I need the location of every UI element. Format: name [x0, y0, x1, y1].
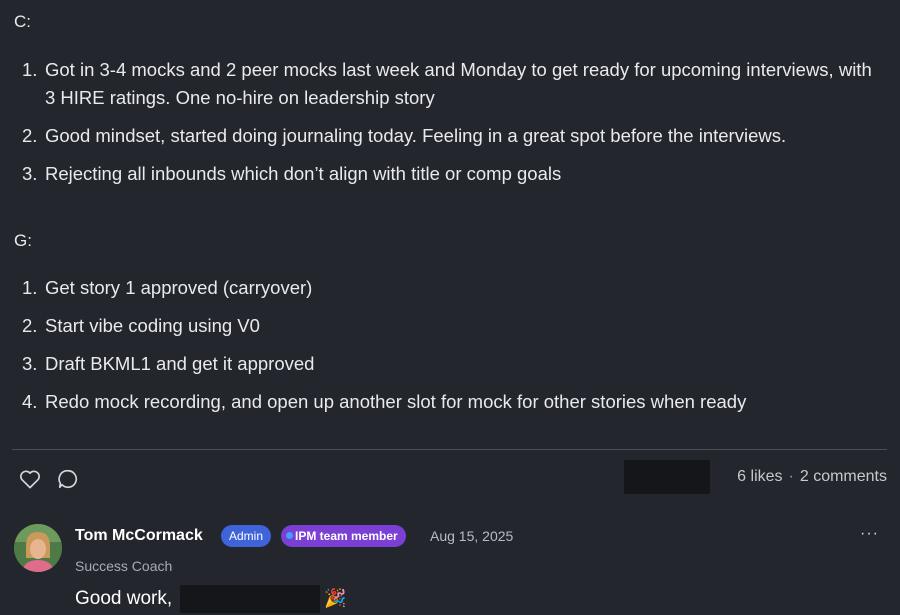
heart-icon[interactable] [18, 467, 42, 491]
list-item: 1. Got in 3-4 mocks and 2 peer mocks last… [22, 56, 882, 112]
list-number: 3. [22, 163, 38, 184]
list-number: 3. [22, 353, 38, 374]
list-number: 1. [22, 277, 38, 298]
redacted-avatars [624, 460, 710, 494]
likes-count[interactable]: 6 likes [737, 468, 782, 485]
comment-text: Good work, [75, 588, 173, 609]
list-item: 2. Start vibe coding using V0 [22, 312, 882, 340]
c-list: 1. Got in 3-4 mocks and 2 peer mocks last… [22, 56, 882, 188]
list-item: 2. Good mindset, started doing journaling… [22, 122, 882, 150]
engagement-stats: 6 likes · 2 comments [737, 468, 887, 486]
list-text: Got in 3-4 mocks and 2 peer mocks last w… [45, 59, 872, 108]
more-options-icon[interactable]: ··· [860, 525, 879, 543]
list-number: 2. [22, 315, 38, 336]
divider [12, 449, 887, 450]
team-dot-icon [286, 532, 293, 539]
admin-badge: Admin [221, 525, 272, 547]
list-item: 3. Draft BKML1 and get it approved [22, 350, 882, 378]
team-member-badge: IPM team member [281, 525, 406, 547]
list-text: Start vibe coding using V0 [45, 315, 260, 336]
team-badge-label: IPM team member [295, 529, 398, 543]
comment-bubble-icon[interactable] [56, 467, 80, 491]
list-number: 2. [22, 125, 38, 146]
list-text: Good mindset, started doing journaling t… [45, 125, 787, 146]
list-number: 1. [22, 59, 38, 80]
list-item: 1. Get story 1 approved (carryover) [22, 274, 882, 302]
list-number: 4. [22, 391, 38, 412]
list-text: Rejecting all inbounds which don’t align… [45, 163, 562, 184]
separator: · [788, 468, 794, 485]
party-popper-icon: 🎉 [324, 588, 347, 608]
list-item: 4. Redo mock recording, and open up anoth… [22, 388, 882, 416]
list-text: Draft BKML1 and get it approved [45, 353, 315, 374]
section-label-c: C: [14, 12, 31, 31]
comments-count[interactable]: 2 comments [800, 468, 887, 485]
redacted-name [180, 585, 320, 613]
g-list: 1. Get story 1 approved (carryover) 2. Sta… [22, 274, 882, 416]
list-text: Redo mock recording, and open up another… [45, 391, 747, 412]
comment-author[interactable]: Tom McCormack [75, 527, 203, 545]
author-role: Success Coach [75, 558, 173, 574]
comment-date[interactable]: Aug 15, 2025 [430, 528, 513, 544]
avatar[interactable] [14, 524, 62, 572]
section-label-g: G: [14, 231, 32, 250]
list-item: 3. Rejecting all inbounds which don’t ali… [22, 160, 882, 188]
list-text: Get story 1 approved (carryover) [45, 277, 313, 298]
